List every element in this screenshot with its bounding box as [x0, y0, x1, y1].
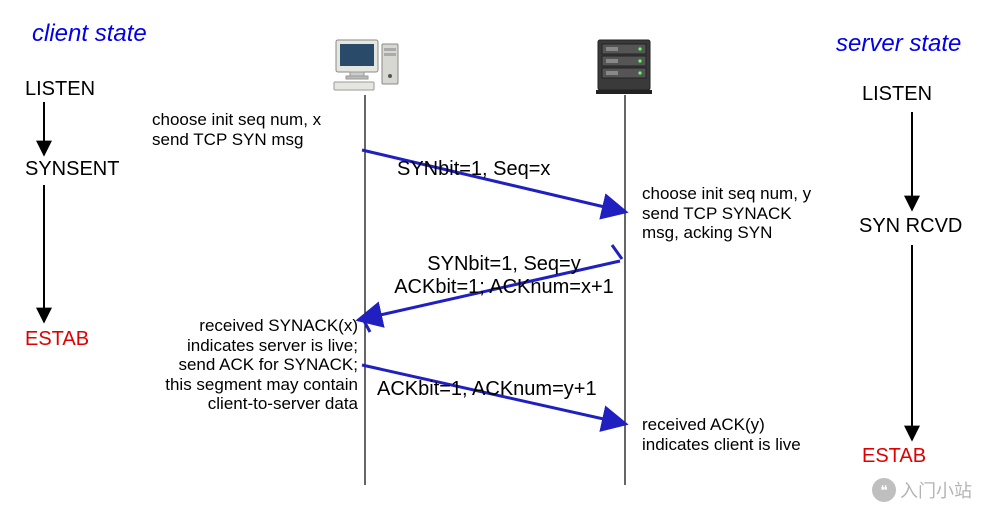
server-note-send-synack: choose init seq num, y send TCP SYNACK m…	[642, 184, 811, 243]
server-note-recv-ack: received ACK(y) indicates client is live	[642, 415, 801, 454]
text-line: received ACK(y)	[642, 415, 765, 434]
text-line: received SYNACK(x)	[199, 316, 358, 335]
client-state-synsent: SYNSENT	[25, 158, 119, 181]
server-state-synrcvd: SYN RCVD	[859, 215, 962, 238]
client-state-listen: LISTEN	[25, 78, 95, 101]
msg-syn: SYNbit=1, Seq=x	[397, 158, 550, 181]
server-state-title: server state	[836, 30, 961, 58]
client-state-estab: ESTAB	[25, 328, 89, 351]
text-line: send TCP SYNACK	[642, 204, 792, 223]
server-state-listen: LISTEN	[862, 83, 932, 106]
text-line: send TCP SYN msg	[152, 130, 304, 149]
msg-ack: ACKbit=1, ACKnum=y+1	[377, 378, 597, 401]
text-line: this segment may contain	[165, 375, 358, 394]
text-line: msg, acking SYN	[642, 223, 772, 242]
text-line: choose init seq num, y	[642, 184, 811, 203]
client-note-recv-synack: received SYNACK(x) indicates server is l…	[130, 316, 358, 414]
text-line: client-to-server data	[208, 394, 358, 413]
watermark-text: 入门小站	[900, 477, 972, 503]
text-line: SYNbit=1, Seq=y	[427, 253, 580, 275]
client-state-title: client state	[32, 20, 147, 48]
text-line: indicates client is live	[642, 435, 801, 454]
msg-synack: SYNbit=1, Seq=y ACKbit=1; ACKnum=x+1	[394, 253, 614, 299]
text-line: ACKbit=1; ACKnum=x+1	[394, 276, 614, 298]
text-line: send ACK for SYNACK;	[178, 355, 358, 374]
server-icon	[596, 40, 652, 94]
watermark: ❝ 入门小站	[872, 477, 972, 503]
client-computer-icon	[334, 40, 398, 90]
text-line: indicates server is live;	[187, 336, 358, 355]
client-note-send-syn: choose init seq num, x send TCP SYN msg	[152, 110, 321, 149]
text-line: choose init seq num, x	[152, 110, 321, 129]
wechat-icon: ❝	[872, 478, 896, 502]
server-state-estab: ESTAB	[862, 445, 926, 468]
